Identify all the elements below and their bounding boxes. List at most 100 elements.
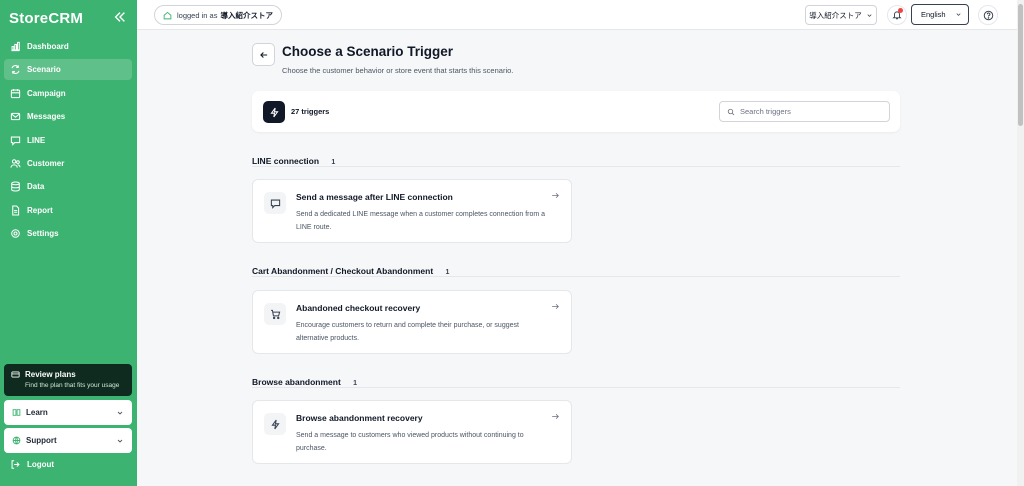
review-plans-title: Review plans: [25, 370, 76, 379]
trigger-icon-box: [264, 303, 286, 325]
calendar-icon: [10, 88, 21, 98]
sidebar-item-scenario[interactable]: Scenario: [4, 59, 132, 81]
logged-in-badge: logged in as 導入紹介ストア: [154, 5, 282, 25]
review-plans-subtitle: Find the plan that fits your usage: [25, 382, 120, 389]
sidebar-nav: Dashboard Scenario Campaign Messages LIN…: [4, 36, 132, 247]
section-title: Cart Abandonment / Checkout Abandonment: [252, 266, 434, 276]
search-box[interactable]: [719, 101, 890, 122]
sidebar-item-campaign[interactable]: Campaign: [4, 83, 132, 104]
chat-icon: [270, 199, 280, 209]
chat-icon: [10, 136, 21, 146]
notifications-button[interactable]: [887, 5, 907, 25]
trigger-toolbar: 27 triggers: [252, 91, 900, 132]
trigger-description: Send a message to customers who viewed p…: [296, 432, 524, 452]
trigger-card[interactable]: Abandoned checkout recovery Encourage cu…: [252, 290, 572, 354]
support-label: Support: [26, 436, 57, 445]
logout-button[interactable]: Logout: [10, 459, 54, 470]
refresh-icon: [11, 65, 20, 75]
trigger-description: Send a dedicated LINE message when a cus…: [296, 211, 546, 231]
arrow-right-icon: [552, 303, 559, 310]
sidebar-item-line[interactable]: LINE: [4, 130, 132, 151]
page-scrollbar[interactable]: [1017, 0, 1024, 486]
section-count: 1: [353, 380, 358, 387]
logout-icon: [11, 460, 20, 469]
sidebar-item-data[interactable]: Data: [4, 176, 132, 197]
section-count: 1: [445, 269, 450, 276]
sidebar-item-settings[interactable]: Settings: [4, 223, 132, 244]
document-icon: [12, 205, 20, 216]
section-title: LINE connection: [252, 156, 320, 166]
cart-icon: [270, 309, 280, 319]
sidebar-item-label: Data: [27, 182, 45, 192]
chart-icon: [11, 41, 20, 52]
sidebar-item-label: Scenario: [27, 65, 61, 75]
support-accordion[interactable]: Support: [4, 428, 132, 453]
book-icon: [12, 409, 21, 416]
section-header: Browse abandonment 1: [252, 374, 900, 388]
chevron-down-icon: [117, 411, 123, 415]
sidebar-item-customer[interactable]: Customer: [4, 153, 132, 174]
collapse-sidebar-icon[interactable]: [113, 10, 127, 24]
section-title: Browse abandonment: [252, 377, 341, 387]
sidebar-item-label: Customer: [27, 158, 65, 168]
brand-logo: StoreCRM: [9, 10, 84, 27]
sidebar-item-dashboard[interactable]: Dashboard: [4, 36, 132, 57]
section-header: LINE connection 1: [252, 153, 900, 167]
sidebar-item-label: LINE: [27, 135, 46, 145]
sidebar-item-label: Campaign: [27, 88, 66, 98]
home-icon: [163, 11, 172, 19]
credit-card-icon: [11, 371, 20, 378]
sidebar: StoreCRM Dashboard Scenario Campaign Mes…: [0, 0, 137, 486]
sidebar-item-label: Messages: [27, 112, 66, 122]
trigger-card[interactable]: Send a message after LINE connection Sen…: [252, 179, 572, 243]
chevron-down-icon: [867, 13, 872, 17]
notification-dot: [898, 8, 903, 13]
language-selector[interactable]: English: [911, 4, 969, 25]
search-input[interactable]: [740, 107, 880, 116]
database-icon: [11, 181, 20, 192]
trigger-title: Send a message after LINE connection: [296, 192, 453, 202]
learn-label: Learn: [26, 408, 48, 417]
question-icon: [983, 10, 993, 20]
bolt-icon: [269, 107, 279, 117]
trigger-icon-box: [264, 192, 286, 214]
chevron-down-icon: [956, 13, 961, 16]
arrow-right-icon: [552, 192, 559, 199]
store-selector-label: 導入紹介ストア: [809, 10, 862, 20]
search-icon: [727, 108, 735, 115]
section-count: 1: [331, 159, 336, 166]
gear-icon: [11, 229, 20, 238]
language-label: English: [921, 10, 946, 19]
trigger-count: 27 triggers: [291, 107, 330, 116]
users-icon: [10, 159, 21, 168]
page-subtitle: Choose the customer behavior or store ev…: [282, 66, 514, 75]
sidebar-item-messages[interactable]: Messages: [4, 106, 132, 127]
arrow-left-icon: [259, 51, 267, 58]
chevron-down-icon: [117, 439, 123, 443]
help-button[interactable]: [978, 5, 998, 25]
trigger-title: Browse abandonment recovery: [296, 413, 423, 423]
scroll-thumb[interactable]: [1018, 4, 1023, 126]
sidebar-item-label: Report: [27, 205, 53, 215]
sidebar-item-label: Settings: [27, 229, 59, 239]
logout-label: Logout: [27, 460, 55, 469]
store-selector[interactable]: 導入紹介ストア: [805, 5, 877, 25]
trigger-description: Encourage customers to return and comple…: [296, 322, 519, 342]
back-button[interactable]: [252, 43, 275, 66]
topbar: logged in as 導入紹介ストア 導入紹介ストア English: [137, 0, 1017, 30]
review-plans-card[interactable]: Review plans Find the plan that fits you…: [4, 364, 132, 396]
bolt-icon: [270, 419, 280, 429]
bolt-badge: [263, 101, 285, 123]
trigger-icon-box: [264, 413, 286, 435]
logged-in-store: 導入紹介ストア: [220, 10, 273, 20]
logged-in-prefix: logged in as: [177, 10, 218, 20]
sidebar-item-label: Dashboard: [27, 42, 69, 51]
learn-accordion[interactable]: Learn: [4, 400, 132, 425]
sidebar-item-report[interactable]: Report: [4, 200, 132, 221]
page-title: Choose a Scenario Trigger: [282, 44, 454, 59]
trigger-title: Abandoned checkout recovery: [296, 303, 421, 313]
trigger-card[interactable]: Browse abandonment recovery Send a messa…: [252, 400, 572, 464]
arrow-right-icon: [552, 413, 559, 420]
mail-icon: [10, 113, 21, 121]
globe-icon: [12, 436, 21, 445]
